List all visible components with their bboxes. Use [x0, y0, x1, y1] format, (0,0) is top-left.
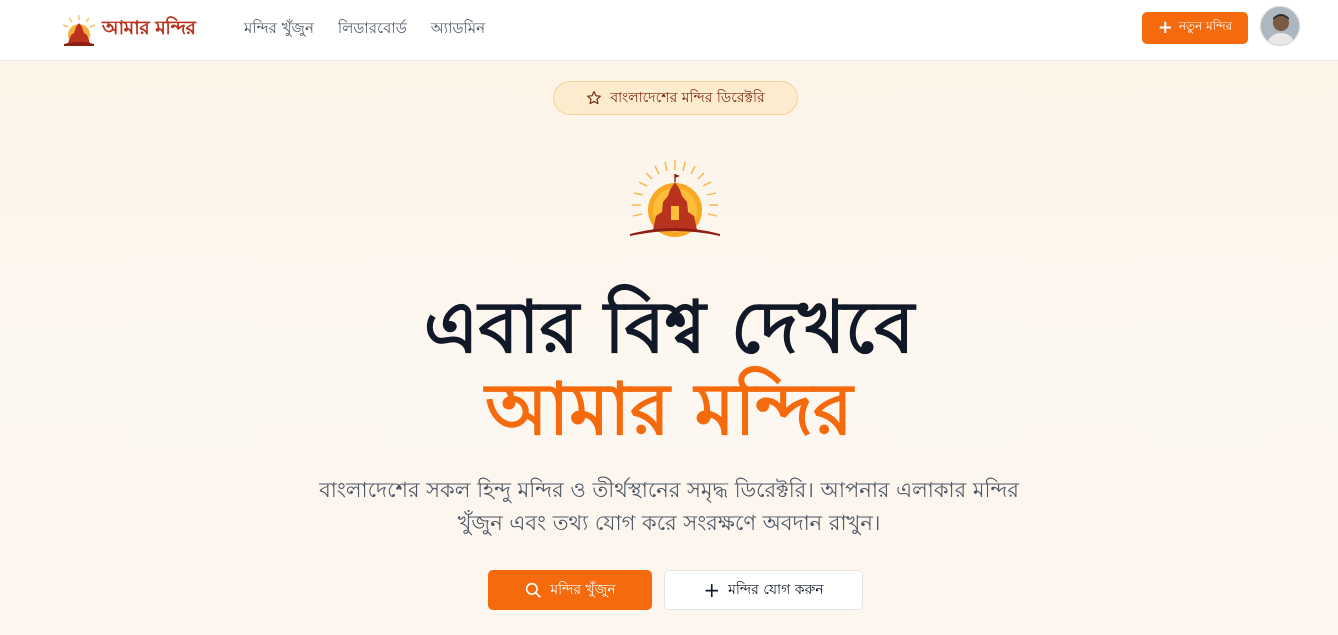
- nav-find-temple[interactable]: মন্দির খুঁজুন: [244, 17, 314, 42]
- main-nav: মন্দির খুঁজুন লিডারবোর্ড অ্যাডমিন: [244, 17, 485, 42]
- new-temple-button[interactable]: + নতুন মন্দির: [1142, 12, 1248, 44]
- nav-leaderboard[interactable]: লিডারবোর্ড: [338, 17, 407, 42]
- page: আমার মন্দির মন্দির খুঁজুন লিডারবোর্ড অ্য…: [0, 0, 1338, 635]
- add-temple-button[interactable]: + মন্দির যোগ করুন: [664, 570, 863, 610]
- avatar-image: [1261, 7, 1299, 45]
- temple-logo-icon: [62, 15, 96, 46]
- nav-admin[interactable]: অ্যাডমিন: [431, 17, 485, 42]
- plus-icon: +: [703, 578, 721, 602]
- top-navbar: আমার মন্দির মন্দির খুঁজুন লিডারবোর্ড অ্য…: [0, 0, 1338, 61]
- user-avatar[interactable]: [1260, 6, 1300, 46]
- temple-sun-logo-icon: [630, 160, 720, 237]
- directory-badge: বাংলাদেশের মন্দির ডিরেক্টরি: [553, 81, 798, 115]
- hero-description: বাংলাদেশের সকল হিন্দু মন্দির ও তীর্থস্থা…: [319, 478, 1019, 535]
- find-temple-button[interactable]: মন্দির খুঁজুন: [488, 570, 652, 610]
- hero-title-line1: এবার বিশ্ব দেখবে: [423, 285, 915, 369]
- add-temple-button-label: মন্দির যোগ করুন: [728, 582, 824, 598]
- new-temple-button-label: নতুন মন্দির: [1178, 19, 1233, 33]
- find-temple-button-label: মন্দির খুঁজুন: [550, 582, 616, 598]
- badge-text: বাংলাদেশের মন্দির ডিরেক্টরি: [610, 90, 765, 106]
- search-icon: [526, 582, 541, 598]
- plus-icon: +: [1157, 17, 1173, 38]
- brand-name: আমার মন্দির: [102, 17, 196, 39]
- hero-title-line2: আমার মন্দির: [485, 367, 853, 451]
- star-icon: [587, 91, 602, 105]
- brand-logo-link[interactable]: আমার মন্দির: [60, 12, 196, 48]
